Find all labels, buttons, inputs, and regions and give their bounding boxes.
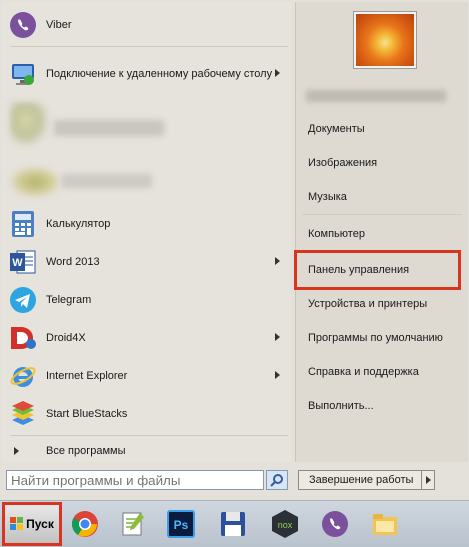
program-internet-explorer[interactable]: Internet Explorer: [8, 359, 288, 393]
search-input[interactable]: [6, 470, 264, 490]
start-menu: Viber Подключение к удаленному рабочему …: [0, 0, 469, 500]
program-telegram[interactable]: Telegram: [8, 283, 288, 317]
program-bluestacks[interactable]: Start BlueStacks: [8, 397, 288, 431]
blurred-icon: [10, 167, 60, 197]
place-computer[interactable]: Компьютер: [308, 224, 365, 244]
program-remote-desktop[interactable]: Подключение к удаленному рабочему столу: [8, 56, 288, 92]
places-panel: Документы Изображения Музыка Компьютер П…: [295, 2, 468, 462]
program-label: Калькулятор: [46, 218, 111, 230]
svg-text:W: W: [12, 257, 23, 269]
divider: [302, 250, 462, 251]
program-label: Word 2013: [46, 256, 100, 268]
photoshop-icon: Ps: [167, 510, 195, 538]
program-label: Internet Explorer: [46, 370, 128, 382]
calculator-icon: [8, 209, 38, 239]
word-icon: W: [8, 247, 38, 277]
taskbar-nox[interactable]: nox: [266, 505, 304, 543]
viber-icon: [322, 511, 348, 537]
taskbar-notepad-plus[interactable]: [114, 505, 152, 543]
programs-panel: Viber Подключение к удаленному рабочему …: [2, 2, 291, 462]
chevron-right-icon: [275, 371, 280, 379]
blurred-username: [306, 90, 446, 102]
place-help-support[interactable]: Справка и поддержка: [308, 362, 419, 382]
file-explorer-icon: [373, 514, 397, 535]
search-icon: [270, 474, 283, 487]
taskbar-photoshop[interactable]: Ps: [162, 505, 200, 543]
place-documents[interactable]: Документы: [308, 119, 365, 139]
start-button[interactable]: Пуск: [4, 505, 60, 543]
all-programs-button[interactable]: Все программы: [8, 439, 288, 463]
program-label: Telegram: [46, 294, 92, 306]
program-viber[interactable]: Viber: [8, 8, 288, 42]
svg-text:Ps: Ps: [174, 518, 189, 532]
place-default-programs[interactable]: Программы по умолчанию: [308, 328, 443, 348]
program-calculator[interactable]: Калькулятор: [8, 207, 288, 241]
divider: [302, 214, 462, 215]
place-pictures[interactable]: Изображения: [308, 153, 377, 173]
bluestacks-icon: [8, 399, 38, 429]
program-label: Droid4X: [46, 332, 86, 344]
windows-logo-icon: [10, 517, 24, 530]
program-label: Viber: [46, 19, 72, 31]
telegram-icon: [8, 285, 38, 315]
chevron-right-icon: [275, 257, 280, 265]
all-programs-label: Все программы: [46, 445, 126, 457]
taskbar-chrome[interactable]: [66, 505, 104, 543]
viber-icon: [8, 10, 38, 40]
start-label: Пуск: [26, 517, 54, 531]
program-label: Start BlueStacks: [46, 408, 128, 420]
chevron-right-icon: [275, 69, 280, 77]
user-picture[interactable]: [354, 12, 416, 68]
blurred-label: [54, 120, 164, 136]
divider: [10, 46, 288, 47]
chevron-right-icon: [275, 333, 280, 341]
place-devices-printers[interactable]: Устройства и принтеры: [308, 294, 427, 314]
place-control-panel[interactable]: Панель управления: [308, 260, 409, 280]
shutdown-options-button[interactable]: [421, 470, 435, 490]
taskbar-viber[interactable]: [316, 505, 354, 543]
divider: [10, 435, 288, 436]
remote-desktop-icon: [8, 59, 38, 89]
internet-explorer-icon: [8, 361, 38, 391]
notepad-plus-icon: [122, 512, 144, 536]
blurred-label: [62, 174, 152, 188]
blurred-icon: [10, 102, 50, 148]
taskbar-file-explorer[interactable]: [366, 505, 404, 543]
droid4x-icon: [8, 323, 38, 353]
chevron-right-icon: [14, 447, 19, 455]
place-run[interactable]: Выполнить...: [308, 396, 374, 416]
taskbar-save-app[interactable]: [214, 505, 252, 543]
nox-icon: nox: [272, 510, 298, 538]
program-droid4x[interactable]: Droid4X: [8, 321, 288, 355]
place-music[interactable]: Музыка: [308, 187, 347, 207]
chrome-icon: [72, 511, 98, 537]
shutdown-button[interactable]: Завершение работы: [298, 470, 422, 490]
svg-text:nox: nox: [278, 520, 293, 530]
save-disk-icon: [221, 512, 245, 536]
search-button[interactable]: [266, 470, 288, 490]
program-label: Подключение к удаленному рабочему столу: [46, 68, 273, 80]
program-word[interactable]: W Word 2013: [8, 245, 288, 279]
